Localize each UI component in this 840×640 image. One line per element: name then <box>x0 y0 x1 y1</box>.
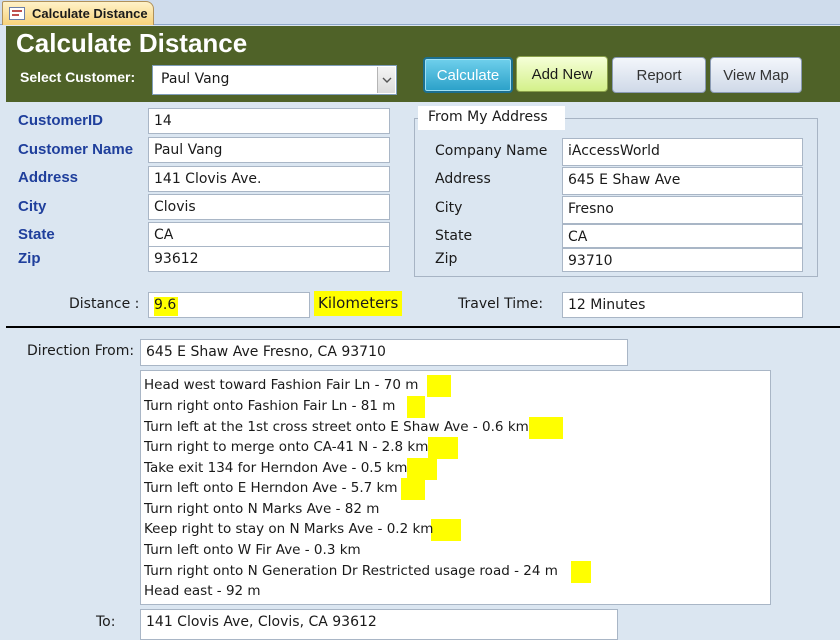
select-customer-combobox[interactable]: Paul Vang <box>152 65 397 95</box>
distance-value: 9.6 <box>154 297 179 316</box>
from-city-field[interactable]: Fresno <box>562 196 803 224</box>
calculate-button[interactable]: Calculate <box>423 57 513 93</box>
tab-title: Calculate Distance <box>32 6 148 21</box>
form-header: Calculate Distance Select Customer: Paul… <box>6 26 840 102</box>
unit-highlight <box>571 561 591 583</box>
add-new-button[interactable]: Add New <box>516 56 608 92</box>
distance-units-label: Kilometers <box>314 291 403 316</box>
unit-highlight <box>427 375 451 397</box>
direction-step: Head west toward Fashion Fair Ln - 70 m <box>144 377 419 393</box>
document-tab[interactable]: Calculate Distance <box>2 1 154 25</box>
unit-highlight <box>407 396 425 418</box>
customer-zip-field[interactable]: 93612 <box>148 246 390 272</box>
to-label: To: <box>96 614 116 630</box>
unit-highlight <box>428 437 458 459</box>
report-button[interactable]: Report <box>612 57 706 93</box>
customer-city-label: City <box>18 198 47 215</box>
customer-address-label: Address <box>18 169 79 186</box>
form-icon <box>9 7 25 20</box>
customer-name-label: Customer Name <box>18 141 134 158</box>
customer-state-label: State <box>18 226 55 243</box>
customer-state-field[interactable]: CA <box>148 222 390 248</box>
direction-step: Turn right to merge onto CA-41 N - 2.8 k… <box>144 439 429 455</box>
direction-step: Turn right onto N Generation Dr Restrict… <box>144 563 558 579</box>
unit-highlight <box>431 519 461 541</box>
from-state-label: State <box>435 228 473 244</box>
from-city-label: City <box>435 200 463 216</box>
chevron-down-icon[interactable] <box>377 67 395 93</box>
customer-zip-label: Zip <box>18 250 41 267</box>
select-customer-value: Paul Vang <box>161 71 230 87</box>
distance-field[interactable]: 9.6 <box>148 292 310 318</box>
from-address-field[interactable]: 645 E Shaw Ave <box>562 167 803 195</box>
select-customer-label: Select Customer: <box>20 69 136 85</box>
from-zip-label: Zip <box>435 251 458 267</box>
customer-id-label: CustomerID <box>18 112 104 129</box>
company-name-field[interactable]: iAccessWorld <box>562 138 803 166</box>
customer-city-field[interactable]: Clovis <box>148 194 390 220</box>
direction-step: Turn right onto Fashion Fair Ln - 81 m <box>144 398 396 414</box>
direction-step: Turn left onto W Fir Ave - 0.3 km <box>144 542 361 558</box>
directions-textbox[interactable]: Head west toward Fashion Fair Ln - 70 m … <box>140 370 771 605</box>
unit-highlight <box>401 478 425 500</box>
customer-name-field[interactable]: Paul Vang <box>148 137 390 163</box>
direction-step: Head east - 92 m <box>144 583 261 599</box>
view-map-button[interactable]: View Map <box>710 57 802 93</box>
direction-step: Take exit 134 for Herndon Ave - 0.5 km <box>144 460 408 476</box>
direction-from-label: Direction From: <box>27 343 135 359</box>
to-field[interactable]: 141 Clovis Ave, Clovis, CA 93612 <box>140 609 618 640</box>
customer-id-field[interactable]: 14 <box>148 108 390 134</box>
from-address-label: Address <box>435 171 491 187</box>
customer-address-field[interactable]: 141 Clovis Ave. <box>148 166 390 192</box>
travel-time-field[interactable]: 12 Minutes <box>562 292 803 318</box>
unit-highlight <box>407 458 437 480</box>
section-divider <box>6 326 840 328</box>
travel-time-label: Travel Time: <box>458 296 544 312</box>
document-tab-strip: Calculate Distance <box>0 0 840 25</box>
direction-step: Keep right to stay on N Marks Ave - 0.2 … <box>144 521 434 537</box>
direction-step: Turn right onto N Marks Ave - 82 m <box>144 501 380 517</box>
distance-label: Distance : <box>69 296 140 312</box>
form-title: Calculate Distance <box>16 28 248 58</box>
from-zip-field[interactable]: 93710 <box>562 248 803 272</box>
company-name-label: Company Name <box>435 143 548 159</box>
direction-from-field[interactable]: 645 E Shaw Ave Fresno, CA 93710 <box>140 339 628 366</box>
from-address-caption: From My Address <box>418 106 565 130</box>
direction-step: Turn left at the 1st cross street onto E… <box>144 419 529 435</box>
unit-highlight <box>529 417 563 439</box>
from-state-field[interactable]: CA <box>562 224 803 248</box>
direction-step: Turn left onto E Herndon Ave - 5.7 km <box>144 480 398 496</box>
